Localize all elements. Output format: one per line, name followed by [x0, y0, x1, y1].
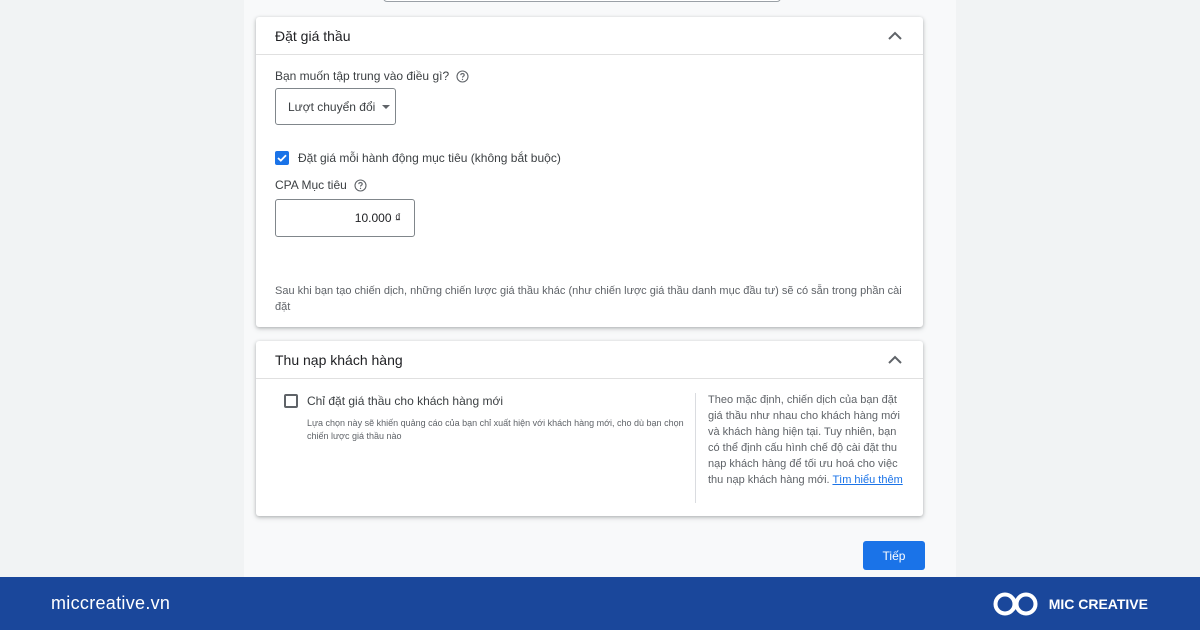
bidding-note: Sau khi bạn tạo chiến dịch, những chiến … — [275, 285, 902, 313]
focus-label-row: Bạn muốn tập trung vào điều gì? — [275, 69, 469, 83]
cpa-label: CPA Mục tiêu — [275, 178, 347, 192]
checkbox-checked-icon[interactable] — [275, 151, 289, 165]
acquisition-card-title: Thu nạp khách hàng — [275, 351, 403, 368]
vertical-divider — [695, 393, 696, 503]
chevron-up-icon[interactable] — [887, 28, 903, 44]
previous-field-edge — [383, 0, 781, 2]
brand-logo: MIC CREATIVE — [993, 589, 1148, 619]
focus-dropdown[interactable]: Lượt chuyển đổi — [275, 88, 396, 125]
brand-name: MIC CREATIVE — [1048, 595, 1148, 612]
new-customers-checkbox-row[interactable]: Chỉ đặt giá thầu cho khách hàng mới — [284, 394, 503, 408]
cpa-label-row: CPA Mục tiêu — [275, 178, 367, 192]
bidding-card-header[interactable]: Đặt giá thầu — [256, 17, 923, 55]
brand-footer: miccreative.vn MIC CREATIVE — [0, 577, 1200, 630]
focus-dropdown-value: Lượt chuyển đổi — [288, 99, 376, 114]
cpa-amount-value: 10.000 ₫ — [354, 211, 401, 225]
help-icon[interactable] — [354, 178, 367, 192]
chevron-up-icon[interactable] — [887, 352, 903, 368]
new-customers-description: Lựa chọn này sẽ khiến quảng cáo của bạn … — [307, 418, 684, 441]
caret-down-icon — [382, 104, 391, 109]
target-cpa-checkbox-row[interactable]: Đặt giá mỗi hành động mục tiêu (không bắ… — [275, 151, 561, 165]
target-cpa-checkbox-label: Đặt giá mỗi hành động mục tiêu (không bắ… — [298, 151, 561, 165]
bidding-card-title: Đặt giá thầu — [275, 27, 351, 44]
acquisition-card-header[interactable]: Thu nạp khách hàng — [256, 341, 923, 379]
focus-label: Bạn muốn tập trung vào điều gì? — [275, 69, 450, 83]
new-customers-checkbox-label: Chỉ đặt giá thầu cho khách hàng mới — [307, 394, 503, 408]
help-icon[interactable] — [456, 69, 469, 83]
cpa-amount-input[interactable]: 10.000 ₫ — [275, 199, 415, 237]
learn-more-link[interactable]: Tìm hiểu thêm — [832, 474, 902, 486]
next-button[interactable]: Tiếp — [863, 541, 925, 570]
acquisition-info-body: Theo mặc định, chiến dịch của bạn đặt gi… — [708, 394, 900, 486]
acquisition-card: Thu nạp khách hàng Chỉ đặt giá thầu cho … — [256, 341, 923, 516]
bidding-card: Đặt giá thầu Bạn muốn tập trung vào điều… — [256, 17, 923, 327]
footer-url: miccreative.vn — [51, 593, 171, 613]
checkbox-unchecked-icon[interactable] — [284, 394, 298, 408]
acquisition-info-text: Theo mặc định, chiến dịch của bạn đặt gi… — [708, 392, 904, 488]
mic-logo-icon — [993, 592, 1038, 615]
